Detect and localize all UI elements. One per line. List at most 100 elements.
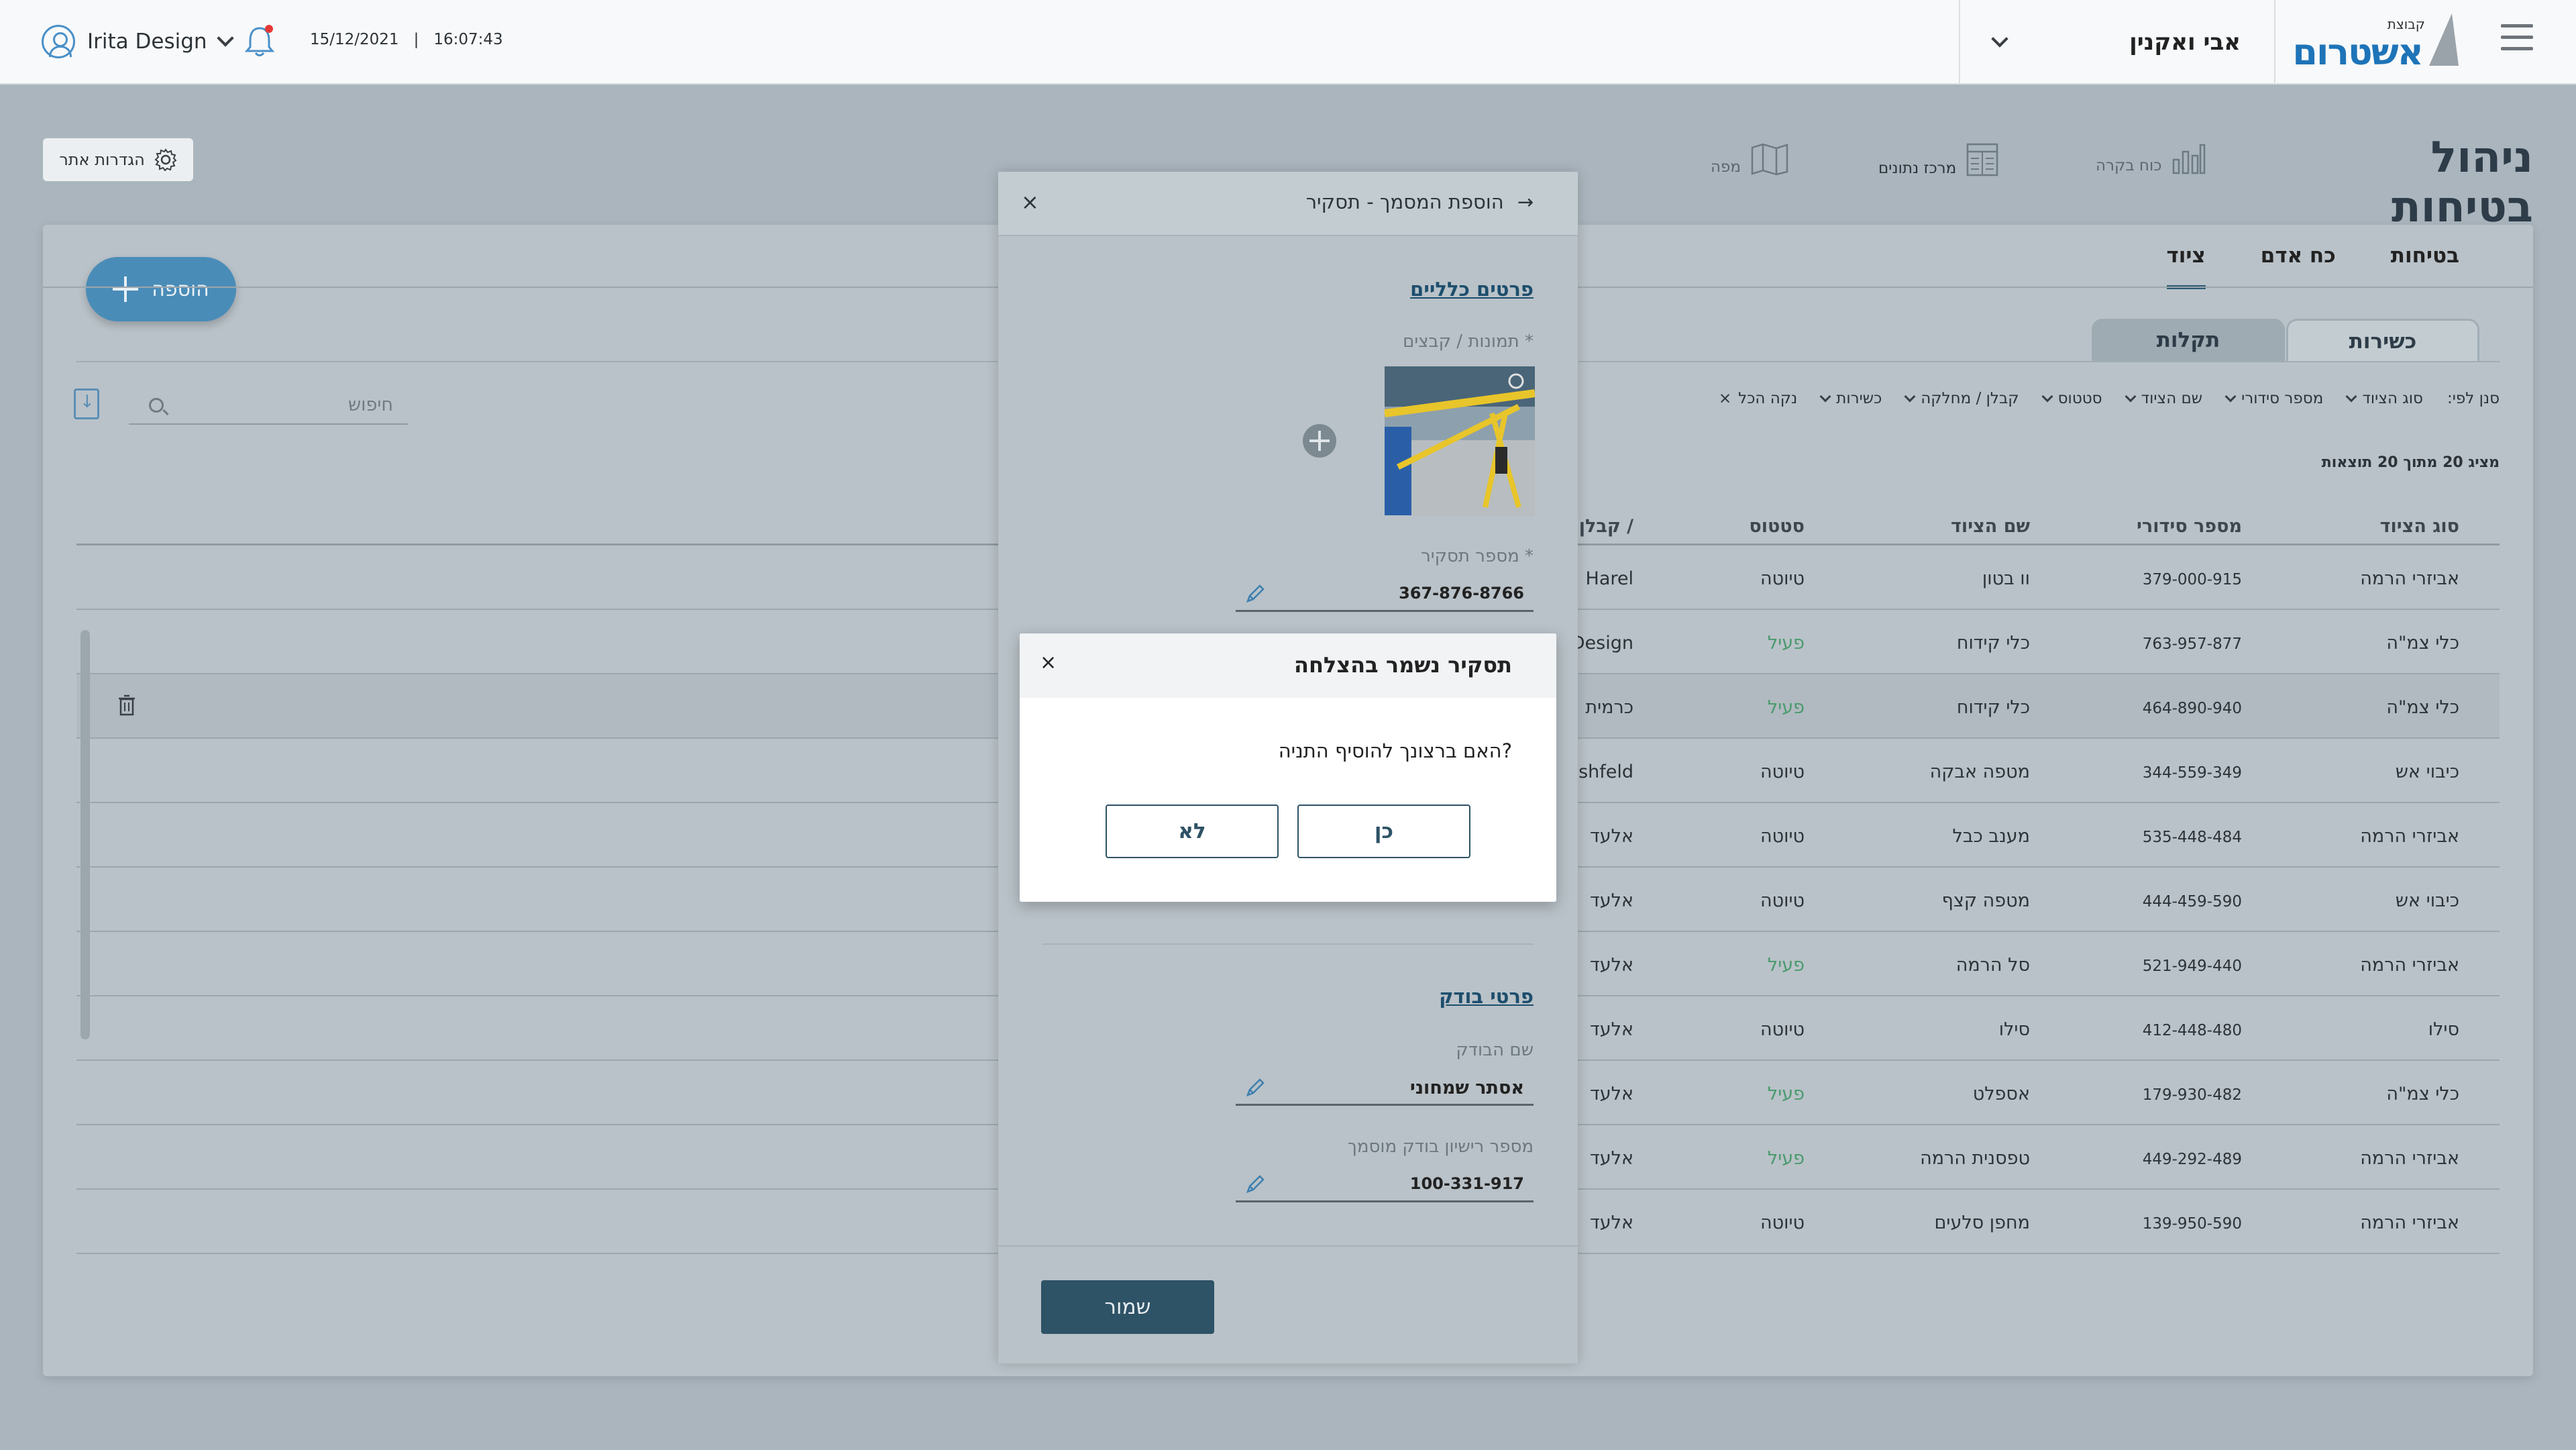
cell-equipment-name: מטפה אבקה: [1929, 762, 2030, 782]
chevron-down-icon: [1904, 391, 1916, 403]
cell-contractor: כרמית: [1585, 697, 1633, 718]
cell-status: טיוטה: [1760, 890, 1805, 911]
license-number-field[interactable]: 100-331-917: [1236, 1168, 1534, 1202]
user-name: Irita Design: [87, 30, 207, 54]
license-number-label: מספר רישיון בודק מוסמך: [1347, 1137, 1534, 1157]
top-bar: Irita Design 15/12/2021 | 16:07:43 אבי ו…: [0, 0, 2576, 85]
cell-status: טיוטה: [1760, 1212, 1805, 1233]
column-header[interactable]: מספר סידורי: [2137, 516, 2242, 537]
site-settings-button[interactable]: הגדרות אתר: [43, 138, 193, 181]
gear-icon: [154, 148, 177, 171]
bell-icon[interactable]: [244, 23, 275, 58]
scrollbar[interactable]: [80, 630, 90, 1039]
filter-serial-number[interactable]: מספר סידורי: [2224, 390, 2323, 407]
cell-equipment-name: כלי קידוח: [1956, 697, 2030, 718]
project-selector[interactable]: אבי ואקנין: [1959, 0, 2275, 85]
sub-tabs: תקלות כשירות: [2092, 319, 2479, 362]
no-button[interactable]: לא: [1106, 805, 1279, 858]
cell-contractor: אלעד: [1589, 1212, 1633, 1233]
subtab-fitness[interactable]: כשירות: [2286, 319, 2479, 362]
data-center-button[interactable]: מרכז נתונים: [1878, 142, 1999, 177]
cell-contractor: אלעד: [1589, 1019, 1633, 1040]
section-divider: [1042, 943, 1534, 945]
cell-status: פעיל: [1767, 697, 1805, 718]
cell-equipment-type: אביזרי הרמה: [2360, 826, 2459, 847]
inspector-name-field[interactable]: אסתר שמחוני: [1236, 1071, 1534, 1106]
license-number-value: 100-331-917: [1409, 1174, 1524, 1193]
arrow-right-icon[interactable]: →: [1517, 191, 1534, 213]
add-button[interactable]: הוספה: [86, 257, 236, 321]
cell-contractor: Design: [1570, 633, 1633, 654]
filter-equipment-type[interactable]: סוג הציוד: [2345, 390, 2423, 407]
dialog-message: האם ברצונך להוסיף התניה?: [1278, 739, 1512, 762]
filter-label: סוג הציוד: [2362, 390, 2423, 407]
pencil-icon[interactable]: [1244, 1076, 1267, 1099]
hamburger-menu-icon[interactable]: [2501, 24, 2533, 58]
close-icon[interactable]: ×: [1040, 651, 1057, 674]
pencil-icon[interactable]: [1244, 582, 1267, 605]
column-header[interactable]: סוג הציוד: [2380, 516, 2459, 537]
panel-header: × הוספת המסמך - תסקיר →: [998, 172, 1578, 236]
inspector-name-value: אסתר שמחוני: [1409, 1078, 1524, 1098]
subtab-faults[interactable]: תקלות: [2092, 319, 2285, 362]
cell-equipment-type: אביזרי הרמה: [2360, 568, 2459, 589]
company-logo: קבוצת אשטרום: [2292, 13, 2459, 74]
general-details-section: פרטים כלליים: [1410, 278, 1534, 301]
user-menu[interactable]: Irita Design: [42, 21, 234, 62]
cell-serial-number: 449-292-489: [2142, 1151, 2242, 1168]
add-file-icon[interactable]: [1303, 424, 1336, 458]
report-number-value: 367-876-8766: [1399, 584, 1524, 603]
cell-equipment-type: כלי צמ"ה: [2386, 1084, 2459, 1104]
filter-fitness[interactable]: כשירות: [1819, 390, 1882, 407]
dialog-header: × תסקיר נשמר בהצלחה: [1020, 633, 1556, 698]
column-header[interactable]: שם הציוד: [1951, 516, 2030, 537]
cell-contractor: אלעד: [1589, 1084, 1633, 1104]
report-number-field[interactable]: 367-876-8766: [1236, 577, 1534, 612]
cell-contractor: אלעד: [1589, 890, 1633, 911]
control-dashboard-button[interactable]: כוח בקרה: [2096, 142, 2206, 174]
column-header[interactable]: סטטוס: [1749, 516, 1805, 537]
column-header[interactable]: קבלן /: [1579, 516, 1633, 537]
filter-contractor[interactable]: קבלן / מחלקה: [1904, 390, 2019, 407]
pencil-icon[interactable]: [1244, 1173, 1267, 1196]
tab-safety[interactable]: בטיחות: [2391, 244, 2459, 289]
panel-title: הוספת המסמך - תסקיר →: [1306, 191, 1534, 213]
cell-contractor: אלעד: [1589, 826, 1633, 847]
map-button[interactable]: מפה: [1711, 142, 1789, 176]
inspector-name-label: שם הבודק: [1456, 1040, 1534, 1060]
clear-filters-button[interactable]: נקה הכל ×: [1719, 390, 1797, 407]
cell-contractor: Harel: [1585, 568, 1633, 589]
cell-equipment-name: סילו: [1998, 1019, 2030, 1040]
bar-chart-icon: [2173, 144, 2206, 174]
filter-equipment-name[interactable]: שם הציוד: [2125, 390, 2202, 407]
cell-contractor: shfeld: [1578, 762, 1633, 782]
filter-bar: סנן לפי: סוג הציוד מספר סידורי שם הציוד …: [1719, 390, 2500, 407]
cell-equipment-name: מחפן סלעים: [1934, 1212, 2030, 1233]
search-input[interactable]: חיפוש: [129, 386, 408, 425]
cell-status: פעיל: [1767, 1084, 1805, 1104]
close-icon[interactable]: ×: [1021, 189, 1039, 215]
chevron-down-icon: [1819, 391, 1831, 403]
date-time: 15/12/2021 | 16:07:43: [310, 31, 503, 48]
site-settings-label: הגדרות אתר: [59, 150, 145, 169]
tab-equipment[interactable]: ציוד: [2166, 244, 2206, 289]
equipment-photo[interactable]: [1385, 366, 1535, 515]
cell-status: פעיל: [1767, 955, 1805, 976]
table-icon: [1967, 143, 1998, 176]
save-button[interactable]: שמור: [1041, 1280, 1214, 1334]
cell-equipment-type: כלי צמ"ה: [2386, 633, 2459, 654]
cell-equipment-type: כיבוי אש: [2395, 890, 2459, 911]
cell-equipment-name: סל הרמה: [1955, 955, 2030, 976]
cell-serial-number: 379-000-915: [2142, 571, 2242, 588]
tab-manpower[interactable]: כח אדם: [2261, 244, 2336, 289]
trash-icon[interactable]: [118, 694, 136, 716]
main-tabs: ציוד כח אדם בטיחות: [2166, 244, 2459, 289]
yes-button[interactable]: כן: [1297, 805, 1470, 858]
cell-contractor: אלעד: [1589, 1148, 1633, 1169]
logo-text-small: קבוצת: [2387, 16, 2425, 32]
add-button-label: הוספה: [152, 277, 209, 301]
cell-status: טיוטה: [1760, 826, 1805, 847]
filter-status[interactable]: סטטוס: [2041, 390, 2102, 407]
export-icon[interactable]: [74, 389, 99, 419]
chevron-down-icon: [2345, 391, 2357, 403]
